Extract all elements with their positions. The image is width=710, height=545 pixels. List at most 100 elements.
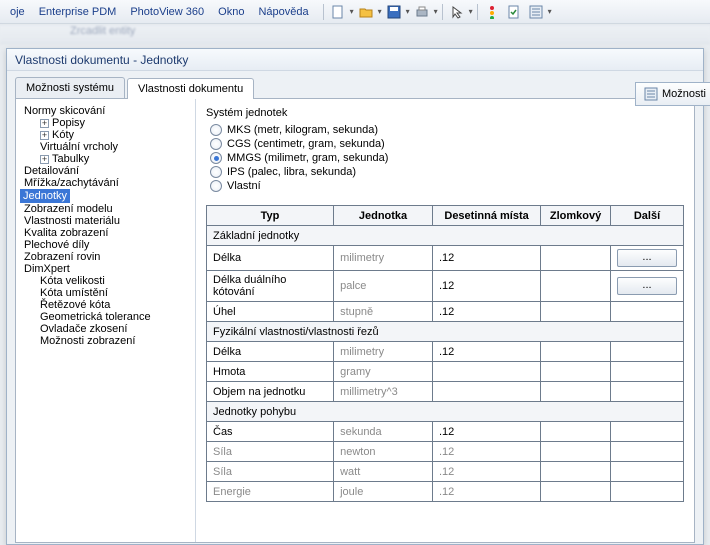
table-row: Sílawatt.12 <box>207 462 684 482</box>
table-row: Objem na jednotkumillimetry^3 <box>207 382 684 402</box>
cell-jednotka[interactable]: sekunda <box>334 422 433 442</box>
options-search-button[interactable]: Možnosti <box>635 82 710 106</box>
cell-desetinna[interactable]: .12 <box>432 462 540 482</box>
table-row: Délkamilimetry.12... <box>207 246 684 271</box>
cell-dalsi <box>610 342 683 362</box>
radio-icon <box>210 166 222 178</box>
cell-dalsi <box>610 442 683 462</box>
more-button[interactable]: ... <box>617 277 677 295</box>
print-icon[interactable] <box>412 3 432 21</box>
cell-jednotka[interactable]: milimetry <box>334 342 433 362</box>
cell-typ: Hmota <box>207 362 334 382</box>
radio-unit-system-4[interactable]: Vlastní <box>206 179 684 193</box>
cell-dalsi: ... <box>610 271 683 302</box>
cell-desetinna[interactable]: .12 <box>432 342 540 362</box>
cell-typ: Energie <box>207 482 334 502</box>
radio-unit-system-1[interactable]: CGS (centimetr, gram, sekunda) <box>206 137 684 151</box>
radio-label: MMGS (milimetr, gram, sekunda) <box>227 152 388 164</box>
cell-desetinna[interactable] <box>432 362 540 382</box>
col-header-zlomkovy: Zlomkový <box>541 206 611 226</box>
tree-item-mo-nosti-zobrazen-[interactable]: Možnosti zobrazení <box>20 333 137 349</box>
document-properties-dialog: Vlastnosti dokumentu - Jednotky Možnosti… <box>6 48 704 545</box>
cell-jednotka[interactable]: milimetry <box>334 246 433 271</box>
cell-zlomkovy[interactable] <box>541 271 611 302</box>
more-button[interactable]: ... <box>617 249 677 267</box>
col-header-jednotka: Jednotka <box>334 206 433 226</box>
menu-okno[interactable]: Okno <box>212 4 250 20</box>
radio-icon <box>210 138 222 150</box>
tree-item-label: Možnosti zobrazení <box>40 335 135 347</box>
menu-napoveda[interactable]: Nápověda <box>252 4 314 20</box>
document-check-icon[interactable] <box>504 3 524 21</box>
radio-label: CGS (centimetr, gram, sekunda) <box>227 138 385 150</box>
table-row: Energiejoule.12 <box>207 482 684 502</box>
cell-jednotka[interactable]: gramy <box>334 362 433 382</box>
tab-system-options[interactable]: Možnosti systému <box>15 77 125 98</box>
cell-zlomkovy[interactable] <box>541 422 611 442</box>
cell-jednotka[interactable]: palce <box>334 271 433 302</box>
cell-typ: Síla <box>207 462 334 482</box>
traffic-light-icon[interactable] <box>482 3 502 21</box>
col-header-typ: Typ <box>207 206 334 226</box>
units-panel: Systém jednotek MKS (metr, kilogram, sek… <box>196 99 694 542</box>
cell-jednotka[interactable]: stupně <box>334 302 433 322</box>
cell-typ: Síla <box>207 442 334 462</box>
cell-jednotka[interactable]: millimetry^3 <box>334 382 433 402</box>
table-row: Čassekunda.12 <box>207 422 684 442</box>
cell-jednotka[interactable]: newton <box>334 442 433 462</box>
cursor-icon[interactable] <box>447 3 467 21</box>
cell-zlomkovy[interactable] <box>541 462 611 482</box>
cell-desetinna[interactable]: .12 <box>432 442 540 462</box>
table-row: Délka duálního kótovánípalce.12... <box>207 271 684 302</box>
cell-typ: Délka <box>207 342 334 362</box>
cell-desetinna[interactable]: .12 <box>432 246 540 271</box>
radio-unit-system-3[interactable]: IPS (palec, libra, sekunda) <box>206 165 684 179</box>
radio-unit-system-2[interactable]: MMGS (milimetr, gram, sekunda) <box>206 151 684 165</box>
cell-zlomkovy[interactable] <box>541 382 611 402</box>
open-icon[interactable] <box>356 3 376 21</box>
options-search-label: Možnosti <box>662 88 706 100</box>
cell-desetinna[interactable] <box>432 382 540 402</box>
cell-zlomkovy[interactable] <box>541 482 611 502</box>
table-row: Úhelstupně.12 <box>207 302 684 322</box>
main-toolbar: ▾ ▾ ▾ ▾ ▾ ▾ <box>317 1 552 23</box>
radio-unit-system-0[interactable]: MKS (metr, kilogram, sekunda) <box>206 123 684 137</box>
radio-label: Vlastní <box>227 180 261 192</box>
units-table: Typ Jednotka Desetinná místa Zlomkový Da… <box>206 205 684 502</box>
cell-desetinna[interactable]: .12 <box>432 302 540 322</box>
cell-typ: Délka <box>207 246 334 271</box>
cell-zlomkovy[interactable] <box>541 442 611 462</box>
cell-zlomkovy[interactable] <box>541 362 611 382</box>
menu-enterprise-pdm[interactable]: Enterprise PDM <box>33 4 123 20</box>
col-header-desetinna: Desetinná místa <box>432 206 540 226</box>
options-icon[interactable] <box>526 3 546 21</box>
cell-dalsi <box>610 382 683 402</box>
tree-item-label: Mřížka/zachytávání <box>24 177 119 189</box>
dialog-title: Vlastnosti dokumentu - Jednotky <box>7 49 703 71</box>
cell-typ: Délka duálního kótování <box>207 271 334 302</box>
cell-zlomkovy[interactable] <box>541 342 611 362</box>
cell-dalsi: ... <box>610 246 683 271</box>
cell-desetinna[interactable]: .12 <box>432 271 540 302</box>
cell-desetinna[interactable]: .12 <box>432 422 540 442</box>
cell-dalsi <box>610 362 683 382</box>
cell-jednotka[interactable]: joule <box>334 482 433 502</box>
cell-zlomkovy[interactable] <box>541 302 611 322</box>
table-section-header: Základní jednotky <box>207 226 684 246</box>
cell-jednotka[interactable]: watt <box>334 462 433 482</box>
cell-desetinna[interactable]: .12 <box>432 482 540 502</box>
options-nav-tree: Normy skicování+Popisy+KótyVirtuální vrc… <box>16 99 196 542</box>
table-section-header: Fyzikální vlastnosti/vlastnosti řezů <box>207 322 684 342</box>
new-icon[interactable] <box>328 3 348 21</box>
dialog-tabs: Možnosti systému Vlastnosti dokumentu <box>7 71 703 98</box>
save-icon[interactable] <box>384 3 404 21</box>
tab-document-properties[interactable]: Vlastnosti dokumentu <box>127 78 254 99</box>
menu-oje[interactable]: oje <box>4 4 31 20</box>
cell-zlomkovy[interactable] <box>541 246 611 271</box>
col-header-dalsi: Další <box>610 206 683 226</box>
cell-typ: Úhel <box>207 302 334 322</box>
menu-photoview[interactable]: PhotoView 360 <box>124 4 210 20</box>
cell-dalsi <box>610 482 683 502</box>
cell-dalsi <box>610 302 683 322</box>
cell-typ: Objem na jednotku <box>207 382 334 402</box>
